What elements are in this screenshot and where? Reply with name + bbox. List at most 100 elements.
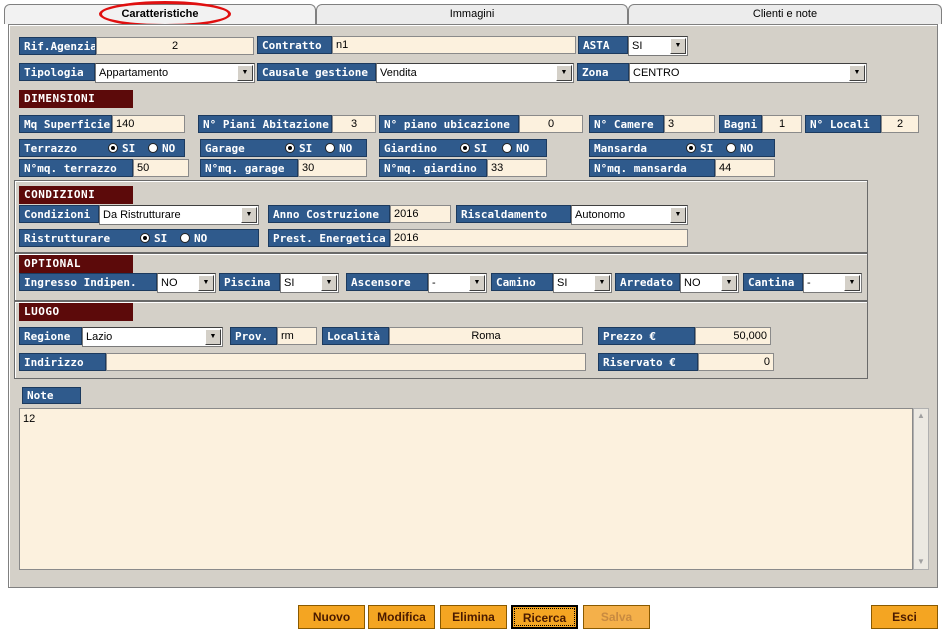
- tipologia-label: Tipologia: [19, 63, 95, 81]
- tipologia-value: Appartamento: [99, 67, 169, 79]
- giardino-si[interactable]: SI: [460, 140, 487, 158]
- arredato-value: NO: [684, 277, 701, 289]
- piani-field[interactable]: 3: [332, 115, 376, 133]
- prov-field[interactable]: rm: [277, 327, 317, 345]
- anno-field[interactable]: 2016: [390, 205, 451, 223]
- mansarda-no[interactable]: NO: [726, 140, 753, 158]
- ristrutturare-no[interactable]: NO: [180, 230, 207, 248]
- localita-label: Località: [322, 327, 389, 345]
- salva-button[interactable]: Salva: [583, 605, 650, 629]
- anno-label: Anno Costruzione: [268, 205, 390, 223]
- ingresso-value: NO: [161, 277, 178, 289]
- mq-superficie-label: Mq Superficie: [19, 115, 112, 133]
- zona-select[interactable]: CENTRO ▼: [629, 63, 867, 83]
- radio-on-icon: [285, 143, 295, 153]
- modifica-button[interactable]: Modifica: [368, 605, 435, 629]
- localita-field[interactable]: Roma: [389, 327, 583, 345]
- mq-superficie-field[interactable]: 140: [112, 115, 185, 133]
- esci-button[interactable]: Esci: [871, 605, 938, 629]
- prest-energetica-field[interactable]: 2016: [390, 229, 688, 247]
- ingresso-select[interactable]: NO ▼: [157, 273, 216, 293]
- riscaldamento-select[interactable]: Autonomo ▼: [571, 205, 688, 225]
- ascensore-select[interactable]: - ▼: [428, 273, 487, 293]
- giardino-no[interactable]: NO: [502, 140, 529, 158]
- rif-agenzia-field[interactable]: 2: [96, 37, 254, 55]
- ristrutturare-si[interactable]: SI: [140, 230, 167, 248]
- chevron-down-icon: ▼: [241, 207, 257, 223]
- terrazzo-si[interactable]: SI: [108, 140, 135, 158]
- scroll-down-icon[interactable]: ▼: [914, 555, 928, 569]
- mq-garage-field[interactable]: 30: [298, 159, 367, 177]
- camino-select[interactable]: SI ▼: [553, 273, 612, 293]
- radio-si-label: SI: [299, 142, 313, 155]
- radio-no-label: NO: [740, 142, 754, 155]
- tab-clienti-note[interactable]: Clienti e note: [628, 4, 942, 24]
- regione-value: Lazio: [86, 331, 113, 343]
- asta-value: SI: [632, 40, 643, 52]
- chevron-down-icon: ▼: [670, 207, 686, 223]
- ricerca-button[interactable]: Ricerca: [511, 605, 578, 629]
- ubicazione-field[interactable]: 0: [519, 115, 583, 133]
- cantina-select[interactable]: - ▼: [803, 273, 862, 293]
- terrazzo-label: Terrazzo: [24, 142, 77, 155]
- mq-mansarda-field[interactable]: 44: [715, 159, 775, 177]
- camino-label: Camino: [491, 273, 553, 291]
- chevron-down-icon: ▼: [594, 275, 610, 291]
- piscina-select[interactable]: SI ▼: [280, 273, 339, 293]
- radio-si-label: SI: [700, 142, 714, 155]
- prezzo-field[interactable]: 50,000: [695, 327, 771, 345]
- section-condizioni: CONDIZIONI: [19, 186, 133, 204]
- prezzo-label: Prezzo €: [598, 327, 695, 345]
- riscaldamento-label: Riscaldamento: [456, 205, 571, 223]
- radio-on-icon: [108, 143, 118, 153]
- cantina-value: -: [807, 277, 811, 289]
- mq-terrazzo-field[interactable]: 50: [133, 159, 189, 177]
- chevron-down-icon: ▼: [198, 275, 214, 291]
- garage-no[interactable]: NO: [325, 140, 352, 158]
- elimina-button[interactable]: Elimina: [440, 605, 507, 629]
- ristrutturare-label: Ristrutturare: [24, 232, 111, 245]
- note-scrollbar[interactable]: ▲ ▼: [913, 408, 929, 570]
- mansarda-si[interactable]: SI: [686, 140, 713, 158]
- locali-field[interactable]: 2: [881, 115, 919, 133]
- piscina-label: Piscina: [219, 273, 280, 291]
- contratto-field[interactable]: n1: [332, 36, 576, 54]
- prest-energetica-label: Prest. Energetica: [268, 229, 390, 247]
- nuovo-button[interactable]: Nuovo: [298, 605, 365, 629]
- radio-off-icon: [502, 143, 512, 153]
- zona-value: CENTRO: [633, 67, 680, 79]
- camino-value: SI: [557, 277, 568, 289]
- riservato-field[interactable]: 0: [698, 353, 774, 371]
- scroll-up-icon[interactable]: ▲: [914, 409, 928, 423]
- camere-field[interactable]: 3: [664, 115, 715, 133]
- terrazzo-no[interactable]: NO: [148, 140, 175, 158]
- tab-immagini-label: Immagini: [449, 8, 495, 20]
- radio-off-icon: [148, 143, 158, 153]
- section-dimensioni: DIMENSIONI: [19, 90, 133, 108]
- cantina-label: Cantina: [743, 273, 803, 291]
- rif-agenzia-label: Rif.Agenzia: [19, 37, 96, 55]
- note-label: Note: [22, 387, 81, 404]
- piscina-value: SI: [284, 277, 295, 289]
- bagni-field[interactable]: 1: [762, 115, 802, 133]
- prov-label: Prov.: [230, 327, 277, 345]
- radio-on-icon: [140, 233, 150, 243]
- mansarda-radio-group: Mansarda SI NO: [589, 139, 775, 157]
- asta-label: ASTA: [578, 36, 628, 54]
- arredato-select[interactable]: NO ▼: [680, 273, 739, 293]
- regione-select[interactable]: Lazio ▼: [82, 327, 223, 347]
- indirizzo-field[interactable]: [106, 353, 586, 371]
- tab-immagini[interactable]: Immagini: [316, 4, 628, 24]
- asta-select[interactable]: SI ▼: [628, 36, 688, 56]
- giardino-label: Giardino: [384, 142, 437, 155]
- radio-si-label: SI: [474, 142, 488, 155]
- note-textarea[interactable]: 12: [19, 408, 913, 570]
- radio-on-icon: [460, 143, 470, 153]
- condizioni-select[interactable]: Da Ristrutturare ▼: [99, 205, 259, 225]
- garage-si[interactable]: SI: [285, 140, 312, 158]
- chevron-down-icon: ▼: [205, 329, 221, 345]
- tipologia-select[interactable]: Appartamento ▼: [95, 63, 255, 83]
- causale-select[interactable]: Vendita ▼: [376, 63, 574, 83]
- mq-giardino-field[interactable]: 33: [487, 159, 547, 177]
- riscaldamento-value: Autonomo: [575, 209, 626, 221]
